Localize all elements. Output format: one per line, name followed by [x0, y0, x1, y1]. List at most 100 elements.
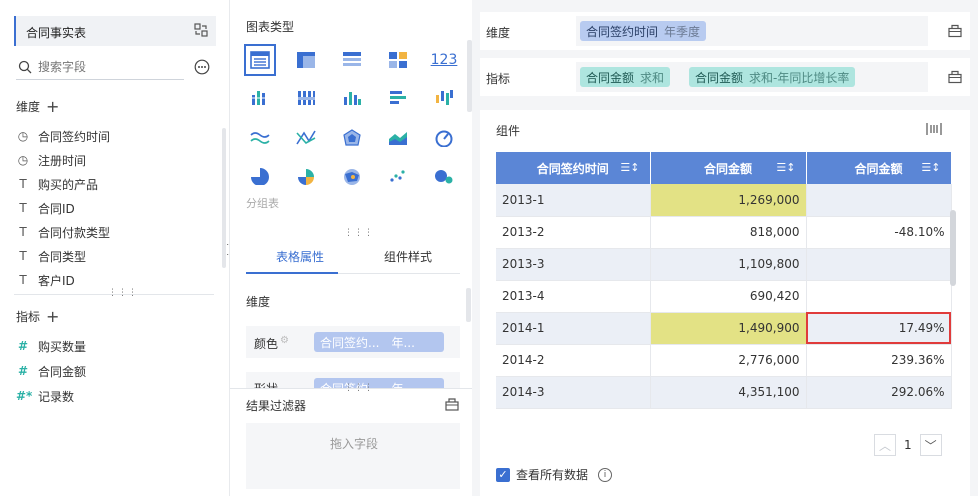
rose-chart-icon[interactable]: [290, 160, 322, 192]
table-cell-growth: 239.36%: [806, 344, 952, 377]
map-chart-icon[interactable]: [336, 160, 368, 192]
column-width-icon[interactable]: [926, 122, 942, 136]
column-header-amount[interactable]: 合同金额 ☰↕: [650, 152, 807, 184]
measure-section-header: 指标 +: [16, 307, 59, 326]
color-field-pill[interactable]: 合同签约... 年...: [314, 332, 444, 352]
show-all-data-toggle[interactable]: ✓ 查看所有数据 i: [496, 466, 613, 483]
search-underline: [16, 79, 184, 80]
measure-field-item[interactable]: # 购买数量: [16, 336, 86, 356]
pagination: ︿ 1 ﹀: [874, 434, 942, 456]
line-chart-icon[interactable]: [244, 122, 276, 154]
column-header-growth[interactable]: 合同金额 ☰↕: [806, 152, 952, 184]
dimension-field-item[interactable]: T 合同付款类型: [16, 222, 110, 242]
filter-settings-icon[interactable]: [445, 398, 459, 411]
field-panel: 合同事实表 维度 + ◷ 合同签约时间 ◷ 注册时间 T 购买的产品 T 合同ID T 合同付款类型…: [0, 0, 230, 496]
kpi-number-icon[interactable]: 123: [428, 44, 460, 76]
table-row[interactable]: 2013-1 1,269,000: [496, 184, 952, 217]
shape-field-pill[interactable]: 合同签约...年...: [314, 378, 444, 388]
tab-component-style[interactable]: 组件样式: [384, 248, 432, 265]
radar-chart-icon[interactable]: [336, 122, 368, 154]
previous-page-button[interactable]: ︿: [874, 434, 896, 456]
dimension-field-pill[interactable]: 合同签约时间 年季度: [580, 21, 707, 41]
sort-icon[interactable]: ☰↕: [776, 161, 795, 174]
range-bar-icon[interactable]: [428, 82, 460, 114]
pie-chart-icon[interactable]: [244, 160, 276, 192]
info-icon[interactable]: i: [598, 467, 613, 482]
column-chart-icon[interactable]: [336, 82, 368, 114]
bubble-chart-icon[interactable]: [428, 160, 460, 192]
settings-icon[interactable]: ⚙: [280, 335, 289, 346]
table-cell-period: 2014-3: [496, 376, 651, 409]
dimension-field-label: 合同签约时间: [38, 129, 111, 144]
tab-table-properties[interactable]: 表格属性: [276, 248, 324, 265]
dimension-field-item[interactable]: T 客户ID: [16, 270, 74, 290]
area-chart-icon[interactable]: [382, 122, 414, 154]
shape-property-label: 形状: [254, 380, 278, 388]
number-type-icon: #: [17, 339, 29, 353]
table-row[interactable]: 2014-2 2,776,000 239.36%: [496, 344, 952, 377]
horizontal-bar-icon[interactable]: [382, 82, 414, 114]
measure-field-pill-sum[interactable]: 合同金额 求和: [580, 67, 671, 87]
add-measure-icon[interactable]: +: [46, 307, 59, 326]
table-row[interactable]: 2013-2 818,000 -48.10%: [496, 216, 952, 249]
grouped-bar-icon[interactable]: [244, 82, 276, 114]
chart-type-grid: 123: [244, 44, 462, 194]
dimension-field-item[interactable]: ◷ 注册时间: [16, 150, 86, 170]
cross-line-icon[interactable]: [290, 122, 322, 154]
measure-field-item[interactable]: #* 记录数: [16, 386, 74, 406]
property-scrollbar[interactable]: [466, 288, 471, 322]
table-cell-growth: [806, 184, 952, 217]
scatter-chart-icon[interactable]: [382, 160, 414, 192]
detail-table-icon[interactable]: [382, 44, 414, 76]
stacked-bar-icon[interactable]: [290, 82, 322, 114]
resize-handle-icon[interactable]: ⋮⋮⋮: [108, 288, 138, 298]
table-cell-growth: 292.06%: [806, 376, 952, 409]
grouped-table-icon[interactable]: [290, 44, 322, 76]
dimension-field-label: 合同ID: [38, 201, 75, 216]
field-search[interactable]: [16, 57, 216, 80]
measure-field-label: 购买数量: [38, 339, 87, 354]
column-header-period[interactable]: 合同签约时间 ☰↕: [496, 152, 651, 184]
chart-type-title: 图表类型: [246, 20, 295, 34]
measure-shelf-settings-icon[interactable]: [948, 70, 962, 84]
clock-icon: ◷: [17, 129, 29, 143]
dimension-field-item[interactable]: T 合同ID: [16, 198, 75, 218]
dimension-shelf[interactable]: 维度 合同签约时间 年季度: [480, 12, 970, 50]
table-chart-icon[interactable]: [244, 44, 276, 76]
measure-drop-zone[interactable]: 合同金额 求和 合同金额 求和-年同比增长率: [576, 62, 928, 92]
table-scrollbar[interactable]: [950, 210, 956, 286]
dimension-field-item[interactable]: T 购买的产品: [16, 174, 98, 194]
dimension-field-item[interactable]: ◷ 合同签约时间: [16, 126, 110, 146]
table-row[interactable]: 2013-3 1,109,800: [496, 248, 952, 281]
show-all-checkbox[interactable]: ✓: [496, 467, 510, 482]
add-dimension-icon[interactable]: +: [46, 97, 59, 116]
next-page-button[interactable]: ﹀: [919, 434, 942, 456]
dimension-field-item[interactable]: T 合同类型: [16, 246, 86, 266]
filter-drop-zone[interactable]: 拖入字段: [246, 423, 460, 489]
cross-table-icon[interactable]: [336, 44, 368, 76]
table-cell-period: 2013-3: [496, 248, 651, 281]
switch-dataset-icon[interactable]: [194, 23, 208, 37]
measure-field-item[interactable]: # 合同金额: [16, 361, 86, 381]
canvas-panel: 维度 合同签约时间 年季度 指标 合同金额 求和 合同金额 求和-年同比增长率 组件: [472, 0, 978, 496]
dimension-section-label: 维度: [16, 100, 41, 114]
table-row[interactable]: 2013-4 690,420: [496, 280, 952, 313]
color-property-row[interactable]: 颜色 ⚙ 合同签约... 年...: [246, 326, 460, 358]
table-row[interactable]: 2014-3 4,351,100 292.06%: [496, 376, 952, 409]
more-icon[interactable]: [194, 59, 210, 75]
measure-field-pill-growth[interactable]: 合同金额 求和-年同比增长率: [689, 67, 856, 87]
dimension-drop-zone[interactable]: 合同签约时间 年季度: [576, 16, 928, 46]
clock-icon: ◷: [17, 153, 29, 167]
measure-shelf-label: 指标: [486, 72, 511, 86]
sort-icon[interactable]: ☰↕: [921, 161, 940, 174]
search-input[interactable]: [38, 58, 178, 76]
table-row[interactable]: 2014-1 1,490,900 17.49%: [496, 312, 952, 345]
measure-shelf[interactable]: 指标 合同金额 求和 合同金额 求和-年同比增长率: [480, 58, 970, 96]
table-cell-amount: 2,776,000: [650, 344, 807, 377]
sort-icon[interactable]: ☰↕: [620, 161, 639, 174]
filter-resize-handle-icon[interactable]: ⋮⋮⋮: [344, 383, 374, 393]
gauge-chart-icon[interactable]: [428, 122, 460, 154]
dataset-selector[interactable]: 合同事实表: [14, 16, 216, 46]
dimension-shelf-settings-icon[interactable]: [948, 24, 962, 38]
config-resize-handle-icon[interactable]: ⋮⋮⋮: [344, 228, 374, 238]
